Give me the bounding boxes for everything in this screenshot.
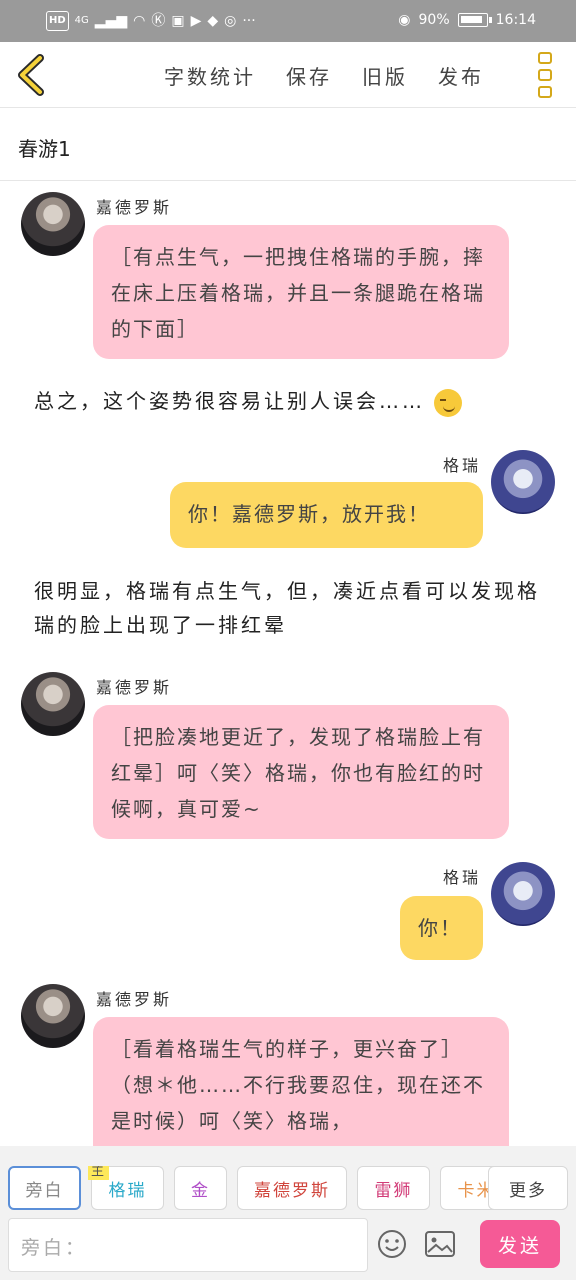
role-chip-jiadeluosi[interactable]: 嘉德罗斯 (237, 1166, 347, 1210)
more-notifications-icon: ··· (242, 13, 256, 29)
image-button[interactable] (424, 1230, 456, 1258)
narration[interactable]: 很明显，格瑞有点生气，但，凑近点看可以发现格瑞的脸上出现了一排红晕 (34, 574, 554, 642)
publish-button[interactable]: 发布 (438, 61, 484, 90)
signal-icon: ▂▄▆ (94, 13, 128, 29)
top-actions: 字数统计 保存 旧版 发布 (164, 61, 484, 90)
story-title: 春游1 (18, 137, 71, 161)
emoji-button[interactable] (376, 1228, 408, 1260)
speaker-name: 嘉德罗斯 (96, 198, 173, 217)
avatar[interactable] (21, 672, 85, 736)
smile-icon (378, 1230, 406, 1258)
clock: 16:14 (495, 12, 536, 28)
back-button[interactable] (14, 54, 50, 96)
avatar[interactable] (21, 984, 85, 1048)
role-chip-jin[interactable]: 金 (174, 1166, 227, 1210)
message-bubble[interactable]: ［把脸凑地更近了，发现了格瑞脸上有红晕］呵〈笑〉格瑞，你也有脸红的时候啊，真可爱… (93, 705, 509, 839)
qq-icon: ◆ (207, 13, 219, 29)
word-count-button[interactable]: 字数统计 (164, 61, 256, 90)
message-bubble[interactable]: 你！ (400, 896, 483, 960)
speaker-name: 嘉德罗斯 (96, 990, 173, 1009)
role-label: 金 (191, 1180, 210, 1201)
image-icon (425, 1231, 455, 1257)
message-bubble[interactable]: ［有点生气，一把拽住格瑞的手腕，摔在床上压着格瑞，并且一条腿跪在格瑞的下面］ (93, 225, 509, 359)
main-role-badge: 主 (88, 1166, 110, 1180)
chat-area[interactable]: 嘉德罗斯 ［有点生气，一把拽住格瑞的手腕，摔在床上压着格瑞，并且一条腿跪在格瑞的… (0, 182, 576, 1146)
hd-icon: HD (46, 11, 69, 31)
message-input[interactable]: 旁白： (8, 1218, 368, 1272)
video-app-icon: ▶ (190, 13, 202, 29)
speaker-name: 格瑞 (443, 868, 482, 887)
bottom-panel: 旁白 主 格瑞 金 嘉德罗斯 雷狮 卡米 更多 旁白： 发送 (0, 1146, 576, 1280)
status-right: ◉ 90% 16:14 (398, 11, 536, 29)
avatar[interactable] (491, 862, 555, 926)
role-label: 嘉德罗斯 (254, 1180, 330, 1201)
status-left: HD 4G ▂▄▆ ◠ Ⓚ ▣ ▶ ◆ ◎ ··· (46, 11, 256, 31)
narration-text: 总之，这个姿势很容易让别人误会…… (34, 389, 425, 413)
app-k-icon: Ⓚ (151, 13, 166, 29)
status-bar: HD 4G ▂▄▆ ◠ Ⓚ ▣ ▶ ◆ ◎ ··· ◉ 90% 16:14 (0, 0, 576, 42)
role-chip-narrator[interactable]: 旁白 (8, 1166, 81, 1210)
app-store-icon: ▣ (171, 13, 185, 29)
role-chip-gerui[interactable]: 主 格瑞 (88, 1166, 164, 1210)
menu-dot-icon (538, 52, 552, 64)
menu-button[interactable] (538, 52, 554, 98)
wechat-icon: ◎ (224, 13, 237, 29)
speaker-name: 格瑞 (443, 456, 482, 475)
menu-dot-icon (538, 86, 552, 98)
avatar[interactable] (21, 192, 85, 256)
more-roles-button[interactable]: 更多 (488, 1166, 568, 1210)
narration-text: 很明显，格瑞有点生气，但，凑近点看可以发现格瑞的脸上出现了一排红晕 (34, 579, 540, 637)
role-label: 旁白 (25, 1180, 64, 1201)
battery-percent: 90% (418, 12, 450, 28)
story-title-row[interactable]: 春游1 (0, 109, 576, 181)
send-button[interactable]: 发送 (480, 1220, 560, 1268)
save-button[interactable]: 保存 (286, 61, 332, 90)
role-chip-leishi[interactable]: 雷狮 (357, 1166, 430, 1210)
role-label: 雷狮 (374, 1180, 413, 1201)
role-label: 格瑞 (108, 1180, 147, 1201)
avatar[interactable] (491, 450, 555, 514)
message-bubble[interactable]: ［看着格瑞生气的样子，更兴奋了］（想＊他……不行我要忍住，现在还不是时候）呵〈笑… (93, 1017, 509, 1146)
wifi-icon: ◠ (133, 13, 146, 29)
network-type: 4G (74, 15, 89, 26)
battery-icon (457, 13, 492, 27)
message-bubble[interactable]: 你！嘉德罗斯，放开我！ (170, 482, 483, 548)
smirk-emoji-icon (434, 388, 463, 417)
top-bar: 字数统计 保存 旧版 发布 (0, 42, 576, 108)
old-version-button[interactable]: 旧版 (362, 61, 408, 90)
chevron-left-icon (18, 54, 44, 96)
eye-icon: ◉ (398, 12, 411, 28)
narration[interactable]: 总之，这个姿势很容易让别人误会…… (34, 384, 463, 418)
speaker-name: 嘉德罗斯 (96, 678, 173, 697)
menu-dot-icon (538, 69, 552, 81)
